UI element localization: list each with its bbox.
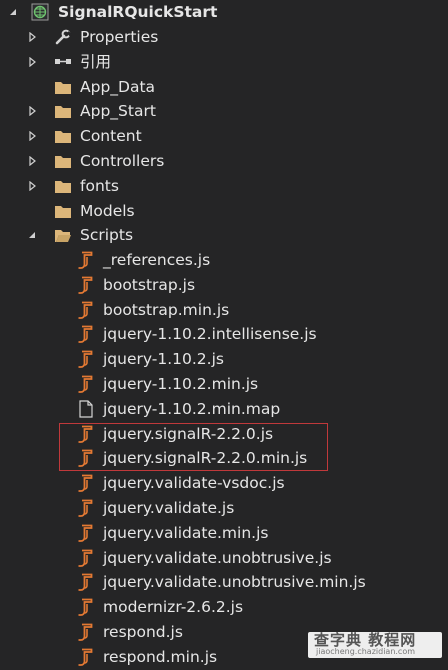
- js-file-icon: [77, 573, 95, 592]
- collapsed-arrow-icon[interactable]: [26, 124, 38, 148]
- web-project-globe-icon: [31, 3, 49, 21]
- js-file-icon: [77, 648, 95, 666]
- js-file-icon: [77, 598, 95, 617]
- watermark-title: 查字典 教程网: [314, 631, 417, 649]
- tree-item-label: jquery-1.10.2.min.js: [103, 375, 259, 393]
- project-node[interactable]: SignalRQuickStart: [0, 0, 448, 24]
- tree-item-ref[interactable]: 引用: [0, 50, 448, 74]
- folder-icon: [54, 78, 72, 96]
- folder-icon: [54, 127, 72, 145]
- collapsed-arrow-icon[interactable]: [26, 149, 38, 173]
- tree-item-label: jquery.validate-vsdoc.js: [103, 474, 285, 493]
- tree-item-app-data[interactable]: App_Data: [0, 75, 448, 99]
- tree-item-label: jquery-1.10.2.intellisense.js: [103, 325, 317, 344]
- expanded-arrow-icon[interactable]: [26, 223, 38, 247]
- tree-item-label: Properties: [80, 28, 159, 46]
- js-file-icon: [77, 524, 95, 542]
- tree-item-label: jquery-1.10.2.js: [103, 350, 224, 369]
- script-file-jquery-validate-js[interactable]: jquery.validate.js: [0, 496, 448, 520]
- watermark-url: jiaocheng.chazidian.com: [316, 647, 416, 656]
- tree-item-controllers[interactable]: Controllers: [0, 149, 448, 173]
- collapsed-arrow-icon[interactable]: [26, 174, 38, 198]
- js-file-icon: [77, 375, 95, 393]
- tree-item-label: jquery.validate.min.js: [103, 523, 269, 542]
- tree-item-label: Scripts: [80, 226, 134, 245]
- folder-icon: [54, 102, 72, 120]
- script-file-bootstrap-min-js[interactable]: bootstrap.min.js: [0, 298, 448, 322]
- tree-item-content[interactable]: Content: [0, 124, 448, 148]
- js-file-icon: [77, 325, 95, 344]
- script-file-jquery-validate-vsdoc-js[interactable]: jquery.validate-vsdoc.js: [0, 471, 448, 495]
- tree-item-label: respond.min.js: [103, 647, 218, 666]
- collapsed-arrow-icon[interactable]: [26, 50, 38, 74]
- js-file-icon: [77, 276, 95, 294]
- tree-item-label: Controllers: [80, 152, 165, 170]
- js-file-icon: [77, 350, 95, 369]
- watermark: 查字典 教程网 jiaocheng.chazidian.com: [308, 632, 442, 658]
- collapsed-arrow-icon[interactable]: [26, 25, 38, 49]
- tree-item-label: Content: [80, 127, 142, 146]
- tree-item-label: jquery.validate.unobtrusive.js: [103, 548, 332, 567]
- tree-item-scripts[interactable]: Scripts: [0, 223, 448, 247]
- references-icon: [54, 53, 72, 71]
- script-file-jquery-1-10-2-js[interactable]: jquery-1.10.2.js: [0, 347, 448, 371]
- tree-item-label: modernizr-2.6.2.js: [103, 598, 244, 617]
- script-file-jquery-validate-min-js[interactable]: jquery.validate.min.js: [0, 521, 448, 545]
- js-file-icon: [77, 623, 95, 641]
- document-file-icon: [77, 400, 95, 418]
- tree-item-label: _references.js: [103, 251, 211, 269]
- highlight-box: [59, 423, 328, 471]
- js-file-icon: [77, 251, 95, 269]
- js-file-icon: [77, 499, 95, 517]
- js-file-icon: [77, 474, 95, 493]
- tree-item-app-start[interactable]: App_Start: [0, 99, 448, 123]
- tree-item-label: jquery.validate.unobtrusive.min.js: [103, 573, 366, 592]
- script-file-modernizr-2-6-2-js[interactable]: modernizr-2.6.2.js: [0, 595, 448, 619]
- tree-item-label: 引用: [80, 52, 112, 71]
- folder-icon: [54, 152, 72, 170]
- expanded-arrow-icon[interactable]: [7, 0, 19, 24]
- js-file-icon: [77, 301, 95, 319]
- tree-item-label: SignalRQuickStart: [58, 3, 218, 21]
- tree-item-label: fonts: [80, 176, 119, 195]
- collapsed-arrow-icon[interactable]: [26, 99, 38, 123]
- tree-item-label: App_Data: [80, 77, 156, 96]
- folder-icon: [54, 202, 72, 220]
- tree-item-label: respond.js: [103, 623, 183, 641]
- tree-item-label: Models: [80, 201, 135, 220]
- tree-item-properties[interactable]: Properties: [0, 25, 448, 49]
- script-file-jquery-1-10-2-intellisense-js[interactable]: jquery-1.10.2.intellisense.js: [0, 322, 448, 346]
- tree-item-label: bootstrap.min.js: [103, 300, 230, 319]
- script-file-jquery-validate-unobtrusive-js[interactable]: jquery.validate.unobtrusive.js: [0, 546, 448, 570]
- script-file-jquery-1-10-2-min-map[interactable]: jquery-1.10.2.min.map: [0, 397, 448, 421]
- tree-item-label: App_Start: [80, 102, 156, 121]
- wrench-icon: [54, 28, 73, 46]
- folder-icon: [54, 177, 72, 195]
- tree-item-label: jquery-1.10.2.min.map: [103, 399, 281, 418]
- tree-item-fonts[interactable]: fonts: [0, 174, 448, 198]
- tree-item-label: jquery.validate.js: [103, 499, 235, 517]
- script-file-jquery-1-10-2-min-js[interactable]: jquery-1.10.2.min.js: [0, 372, 448, 396]
- tree-item-models[interactable]: Models: [0, 199, 448, 223]
- js-file-icon: [77, 549, 95, 567]
- script-file-references-js[interactable]: _references.js: [0, 248, 448, 272]
- tree-item-label: bootstrap.js: [103, 275, 196, 294]
- folder-open-icon: [54, 226, 72, 244]
- script-file-bootstrap-js[interactable]: bootstrap.js: [0, 273, 448, 297]
- script-file-jquery-validate-unobtrusive-min-js[interactable]: jquery.validate.unobtrusive.min.js: [0, 570, 448, 594]
